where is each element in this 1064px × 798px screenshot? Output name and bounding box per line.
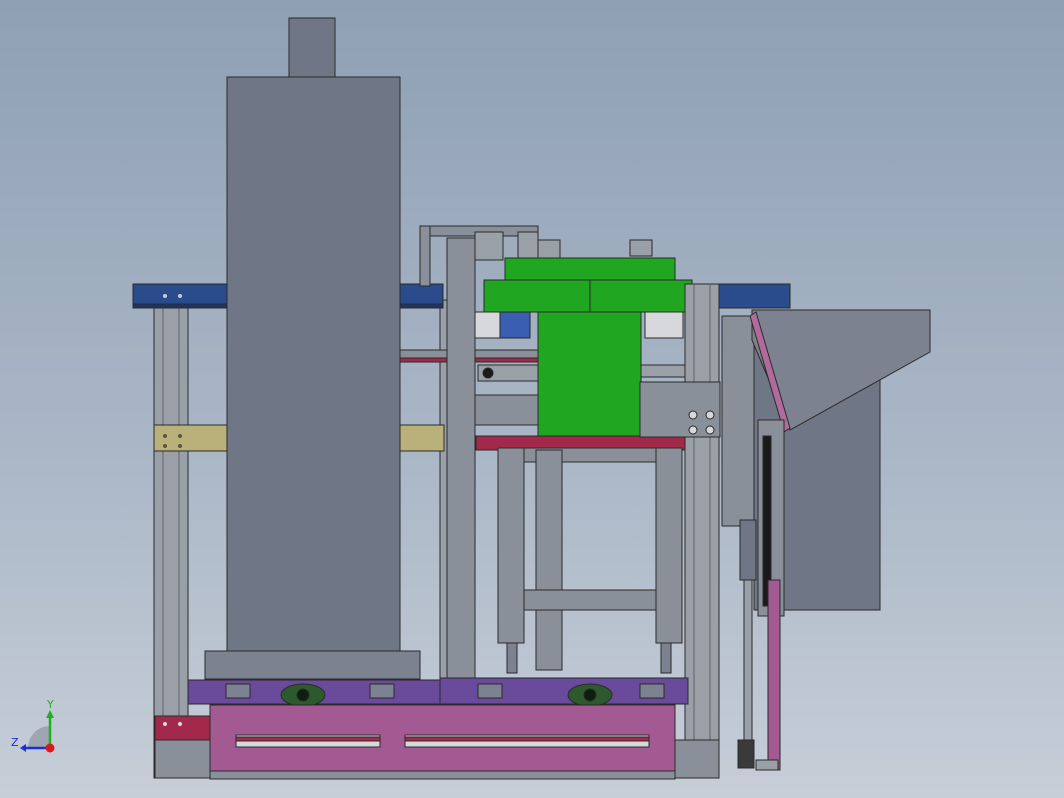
cad-viewport[interactable]: Y Z <box>0 0 1064 798</box>
purple-base-plates <box>187 677 689 705</box>
right-hopper-assembly <box>721 309 931 771</box>
orientation-triad: Y Z <box>11 698 55 753</box>
main-housing <box>204 17 421 680</box>
magenta-base-frame <box>154 704 720 780</box>
cad-model-drawing: Y Z <box>11 17 931 780</box>
triad-z-label: Z <box>11 736 19 749</box>
support-stand <box>497 447 683 674</box>
triad-y-label: Y <box>46 698 54 711</box>
